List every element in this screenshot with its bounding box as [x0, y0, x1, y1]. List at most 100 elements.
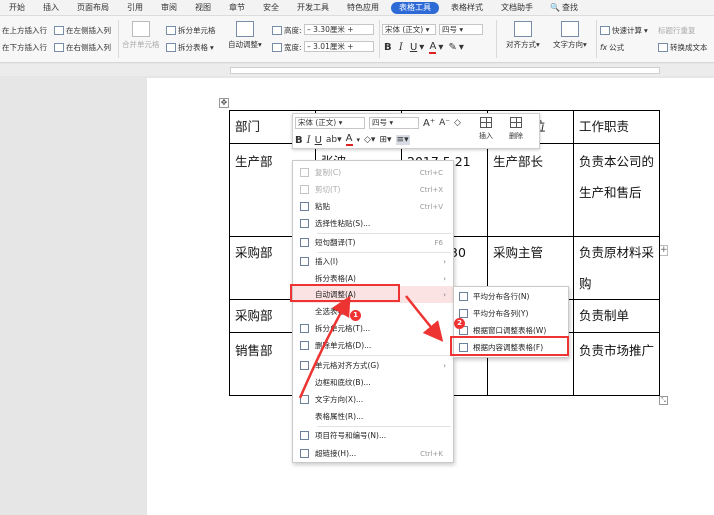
- menu-bar: 开始 插入 页面布局 引用 审阅 视图 章节 安全 开发工具 特色应用 表格工具…: [0, 0, 714, 16]
- table-cell[interactable]: 工作职责: [573, 110, 660, 144]
- insert-col-left-button[interactable]: 在左侧插入列: [54, 25, 111, 36]
- insert-col-icon: [54, 43, 64, 52]
- tab-references[interactable]: 引用: [118, 0, 152, 16]
- menu-item-paste-special[interactable]: 选择性粘贴(S)...: [293, 215, 453, 232]
- paste-icon: [300, 202, 309, 211]
- mini-font-name-select[interactable]: 宋体 (正文) ▾: [295, 117, 365, 129]
- mini-bold-button[interactable]: B: [295, 135, 303, 146]
- tab-start[interactable]: 开始: [0, 0, 34, 16]
- mini-insert-button[interactable]: 插入: [479, 117, 493, 141]
- tab-page-layout[interactable]: 页面布局: [68, 0, 118, 16]
- mini-font-color-icon[interactable]: A: [345, 134, 353, 146]
- submenu-item-fit-content[interactable]: 根据内容调整表格(F): [454, 339, 568, 356]
- menu-item-hyperlink[interactable]: 超链接(H)... Ctrl+K: [293, 445, 453, 462]
- menu-item-split-table[interactable]: 拆分表格(A) ›: [293, 270, 453, 287]
- clear-format-icon[interactable]: ◇: [454, 118, 461, 128]
- tab-insert[interactable]: 插入: [34, 0, 68, 16]
- italic-button[interactable]: I: [399, 42, 403, 53]
- search-button[interactable]: 🔍 查找: [542, 2, 578, 13]
- tab-security[interactable]: 安全: [254, 0, 288, 16]
- menu-item-copy[interactable]: 复制(C) Ctrl+C: [293, 164, 453, 181]
- add-column-handle-icon[interactable]: +: [659, 245, 668, 256]
- horizontal-ruler[interactable]: [0, 64, 714, 76]
- mini-align-icon[interactable]: ≡▾: [395, 135, 410, 145]
- menu-item-auto-fit[interactable]: 自动调整(A) ›: [293, 286, 453, 303]
- menu-item-cell-align[interactable]: 单元格对齐方式(G) ›: [293, 357, 453, 374]
- menu-item-translate[interactable]: 短句翻译(T) F6: [293, 234, 453, 251]
- auto-fit-button[interactable]: 自动调整▾: [228, 21, 262, 50]
- menu-item-paste[interactable]: 粘贴 Ctrl+V: [293, 198, 453, 215]
- calculator-icon: [600, 26, 610, 35]
- split-table-button[interactable]: 拆分表格 ▾: [166, 42, 214, 53]
- distribute-cols-icon: [459, 309, 468, 318]
- menu-item-text-direction[interactable]: 文字方向(X)...: [293, 391, 453, 408]
- mini-italic-button[interactable]: I: [307, 135, 311, 146]
- menu-item-bullets[interactable]: 项目符号和编号(N)...: [293, 427, 453, 444]
- mini-border-icon[interactable]: ⊞▾: [379, 135, 391, 145]
- mini-font-size-select[interactable]: 四号 ▾: [369, 117, 419, 129]
- tab-doc-assistant[interactable]: 文档助手: [492, 0, 542, 16]
- table-cell[interactable]: 负责制单: [573, 299, 660, 333]
- shrink-font-icon[interactable]: A⁻: [439, 118, 450, 128]
- tab-developer[interactable]: 开发工具: [288, 0, 338, 16]
- mini-delete-button[interactable]: 删除: [509, 117, 523, 141]
- menu-item-borders[interactable]: 边框和底纹(B)...: [293, 374, 453, 391]
- menu-item-table-properties[interactable]: 表格属性(R)...: [293, 408, 453, 425]
- underline-button[interactable]: U: [410, 42, 417, 53]
- table-cell[interactable]: 负责市场推广: [573, 332, 660, 396]
- table-cell[interactable]: 生产部长: [487, 143, 574, 237]
- fit-content-icon: [459, 343, 468, 352]
- submenu-item-fit-window[interactable]: 根据窗口调整表格(W): [454, 322, 568, 339]
- tab-chapter[interactable]: 章节: [220, 0, 254, 16]
- table-resize-handle-icon[interactable]: ⤡: [659, 396, 668, 405]
- convert-text-icon: [658, 43, 668, 52]
- insert-col-right-button[interactable]: 在右侧插入列: [54, 42, 111, 53]
- font-color-button[interactable]: A: [429, 41, 437, 54]
- table-move-handle-icon[interactable]: ✥: [219, 98, 229, 108]
- highlight-button[interactable]: ✎: [449, 42, 457, 53]
- mini-underline-button[interactable]: U: [315, 135, 322, 146]
- ribbon-format-buttons: B I U ▾ A ▾ ✎ ▾: [384, 41, 464, 54]
- menu-item-cut[interactable]: 剪切(T) Ctrl+X: [293, 181, 453, 198]
- submenu-item-distribute-cols[interactable]: 平均分布各列(Y): [454, 305, 568, 322]
- grow-font-icon[interactable]: A⁺: [423, 118, 435, 129]
- tab-table-style[interactable]: 表格样式: [442, 0, 492, 16]
- align-button[interactable]: 对齐方式▾: [506, 21, 540, 50]
- formula-button[interactable]: fx 公式: [600, 42, 624, 53]
- menu-item-insert[interactable]: 插入(I) ›: [293, 253, 453, 270]
- merge-cells-button[interactable]: 合并单元格: [122, 21, 160, 50]
- height-input[interactable]: – 3.30厘米 +: [304, 24, 374, 35]
- copy-icon: [300, 168, 309, 177]
- bold-button[interactable]: B: [384, 42, 392, 53]
- ribbon-font-name-select[interactable]: 宋体 (正文) ▾: [382, 24, 436, 35]
- table-cell[interactable]: 负责原材料采购: [573, 236, 660, 300]
- text-direction-button[interactable]: 文字方向▾: [553, 21, 587, 50]
- merge-cells-icon: [131, 21, 150, 37]
- tab-features[interactable]: 特色应用: [338, 0, 388, 16]
- split-table-icon: [166, 43, 176, 52]
- split-cells-button[interactable]: 拆分单元格: [166, 25, 216, 36]
- title-repeat-button[interactable]: 标题行重复: [658, 25, 696, 36]
- context-menu: 复制(C) Ctrl+C 剪切(T) Ctrl+X 粘贴 Ctrl+V 选择性粘贴(S…: [292, 160, 454, 463]
- ribbon-font-size-select[interactable]: 四号 ▾: [439, 24, 483, 35]
- menu-item-delete-cells[interactable]: 删除单元格(D)...: [293, 337, 453, 354]
- mini-highlight-icon[interactable]: ab▾: [326, 135, 342, 145]
- bullets-icon: [300, 431, 309, 440]
- tab-view[interactable]: 视图: [186, 0, 220, 16]
- menu-item-select-table[interactable]: 全选表格: [293, 303, 453, 320]
- quick-calc-button[interactable]: 快速计算 ▾: [600, 25, 648, 36]
- mini-fill-icon[interactable]: ◇▾: [364, 135, 375, 145]
- width-input[interactable]: – 3.01厘米 +: [304, 41, 374, 52]
- submenu-item-distribute-rows[interactable]: 平均分布各行(N): [454, 288, 568, 305]
- insert-row-below-button[interactable]: 在下方插入行: [2, 42, 47, 53]
- tab-table-tools[interactable]: 表格工具: [391, 1, 439, 14]
- table-cell[interactable]: 负责本公司的生产和售后: [573, 143, 660, 237]
- cell-align-icon: [300, 361, 309, 370]
- search-label: 查找: [561, 3, 578, 12]
- menu-item-split-cells[interactable]: 拆分单元格(T)...: [293, 320, 453, 337]
- convert-text-button[interactable]: 转换成文本: [658, 42, 708, 53]
- paste-special-icon: [300, 219, 309, 228]
- select-table-icon: [300, 307, 309, 316]
- tab-review[interactable]: 审阅: [152, 0, 186, 16]
- insert-row-above-button[interactable]: 在上方插入行: [2, 25, 47, 36]
